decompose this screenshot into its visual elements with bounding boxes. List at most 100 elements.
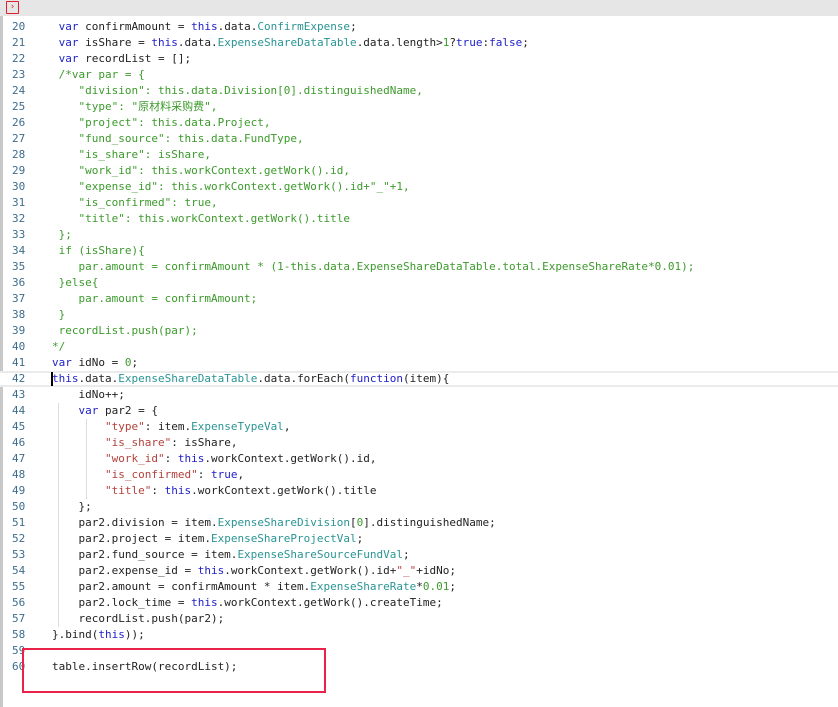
token-kw: this [164, 484, 192, 497]
code-line[interactable]: 45 "type": item.ExpenseTypeVal, [0, 419, 838, 435]
code-line[interactable]: 26 "project": this.data.Project, [0, 115, 838, 131]
token-cm: if (isShare){ [52, 244, 145, 257]
token-plain: }.bind( [52, 628, 99, 641]
token-cm: "type": "原材料采购费", [52, 100, 218, 113]
code-line[interactable]: 38 } [0, 307, 838, 323]
line-number: 23 [12, 68, 26, 81]
token-plain: : item. [144, 420, 192, 433]
token-plain: ; [449, 580, 456, 593]
token-prop: ExpenseShareSourceFundVal [237, 548, 404, 561]
code-line[interactable]: 42 this.data.ExpenseShareDataTable.data.f… [0, 371, 838, 387]
token-kw: var [52, 356, 72, 369]
code-text: par2.project = item.ExpenseShareProjectV… [52, 531, 363, 547]
code-line[interactable]: 24 "division": this.data.Division[0].dis… [0, 83, 838, 99]
code-line[interactable]: 22 var recordList = []; [0, 51, 838, 67]
code-text: var par2 = { [52, 403, 158, 419]
code-text: recordList.push(par); [52, 323, 198, 339]
code-text: par2.expense_id = this.workContext.getWo… [52, 563, 456, 579]
code-line[interactable]: 54 par2.expense_id = this.workContext.ge… [0, 563, 838, 579]
token-plain: par2.lock_time = [52, 596, 192, 609]
code-line[interactable]: 46 "is_share": isShare, [0, 435, 838, 451]
token-plain: par2.fund_source = item. [52, 548, 238, 561]
line-number: 30 [12, 180, 26, 193]
code-line[interactable]: 27 "fund_source": this.data.FundType, [0, 131, 838, 147]
code-line[interactable]: 31 "is_confirmed": true, [0, 195, 838, 211]
code-line[interactable]: 28 "is_share": isShare, [0, 147, 838, 163]
code-line[interactable]: 32 "title": this.workContext.getWork().t… [0, 211, 838, 227]
code-line[interactable]: 52 par2.project = item.ExpenseShareProje… [0, 531, 838, 547]
code-line[interactable]: 58}.bind(this)); [0, 627, 838, 643]
code-line[interactable]: 33 }; [0, 227, 838, 243]
text-cursor [51, 372, 53, 386]
code-line[interactable]: 55 par2.amount = confirmAmount * item.Ex… [0, 579, 838, 595]
token-plain: : isShare, [171, 436, 238, 449]
token-prop: ExpenseShareDivision [217, 516, 351, 529]
code-text: }; [52, 499, 91, 515]
token-plain: idNo++; [52, 388, 125, 401]
token-str: "is_confirmed" [104, 468, 198, 481]
code-text: par2.fund_source = item.ExpenseShareSour… [52, 547, 409, 563]
token-str: "_" [396, 564, 417, 577]
code-line[interactable]: 49 "title": this.workContext.getWork().t… [0, 483, 838, 499]
token-kw: false [489, 36, 523, 49]
token-kw: this [191, 596, 218, 609]
code-line[interactable]: 20 var confirmAmount = this.data.Confirm… [0, 19, 838, 35]
code-line[interactable]: 44 var par2 = { [0, 403, 838, 419]
code-line[interactable]: 47 "work_id": this.workContext.getWork()… [0, 451, 838, 467]
token-cm: "division": this.data.Division[0].distin… [52, 84, 423, 97]
line-number: 33 [12, 228, 26, 241]
line-number: 52 [12, 532, 26, 545]
token-kw: this [177, 452, 205, 465]
token-plain: .data. [177, 36, 218, 49]
token-plain: isShare = [78, 36, 152, 49]
token-cm: }else{ [52, 276, 99, 289]
token-plain: par2 = { [98, 404, 158, 417]
code-line[interactable]: 41 var idNo = 0; [0, 355, 838, 371]
token-plain: par2.expense_id = [52, 564, 198, 577]
code-line[interactable]: 30 "expense_id": this.workContext.getWor… [0, 179, 838, 195]
line-number: 24 [12, 84, 26, 97]
code-line[interactable]: 50 }; [0, 499, 838, 515]
code-line[interactable]: 51 par2.division = item.ExpenseShareDivi… [0, 515, 838, 531]
code-text: recordList.push(par2); [52, 611, 224, 627]
code-line[interactable]: 23 /*var par = { [0, 67, 838, 83]
token-plain: par2.project = item. [52, 532, 211, 545]
token-str: "work_id" [104, 452, 165, 465]
code-line[interactable]: 36 }else{ [0, 275, 838, 291]
token-cm: /*var par = { [52, 68, 145, 81]
code-line[interactable]: 35 par.amount = confirmAmount * (1-this.… [0, 259, 838, 275]
token-cm: "is_share": isShare, [52, 148, 211, 161]
line-number: 41 [12, 356, 26, 369]
token-plain: recordList = []; [78, 52, 192, 65]
code-line[interactable]: 39 recordList.push(par); [0, 323, 838, 339]
code-line[interactable]: 29 "work_id": this.workContext.getWork()… [0, 163, 838, 179]
code-line[interactable]: 56 par2.lock_time = this.workContext.get… [0, 595, 838, 611]
run-icon[interactable]: › [6, 1, 19, 14]
code-text: "division": this.data.Division[0].distin… [52, 83, 423, 99]
token-plain: par2.division = item. [52, 516, 218, 529]
code-text: par2.division = item.ExpenseShareDivisio… [52, 515, 495, 531]
code-line[interactable]: 37 par.amount = confirmAmount; [0, 291, 838, 307]
code-line[interactable]: 53 par2.fund_source = item.ExpenseShareS… [0, 547, 838, 563]
token-prop: ExpenseShareDataTable [217, 36, 357, 49]
code-line[interactable]: 25 "type": "原材料采购费", [0, 99, 838, 115]
line-number: 31 [12, 196, 26, 209]
code-line[interactable]: 48 "is_confirmed": true, [0, 467, 838, 483]
code-line[interactable]: 34 if (isShare){ [0, 243, 838, 259]
token-plain: , [237, 468, 245, 481]
code-text: "is_share": isShare, [52, 435, 237, 451]
token-kw: var [58, 20, 79, 33]
code-line[interactable]: 21 var isShare = this.data.ExpenseShareD… [0, 35, 838, 51]
token-cm: "fund_source": this.data.FundType, [52, 132, 304, 145]
code-line[interactable]: 40 */ [0, 339, 838, 355]
line-number: 48 [12, 468, 26, 481]
code-editor[interactable]: 20 var confirmAmount = this.data.Confirm… [0, 19, 838, 675]
code-text: "expense_id": this.workContext.getWork()… [52, 179, 409, 195]
code-line[interactable]: 57 recordList.push(par2); [0, 611, 838, 627]
token-prop: ExpenseShareProjectVal [210, 532, 357, 545]
code-line[interactable]: 43 idNo++; [0, 387, 838, 403]
code-text: "work_id": this.workContext.getWork().id… [52, 163, 350, 179]
token-cm: } [52, 308, 66, 321]
